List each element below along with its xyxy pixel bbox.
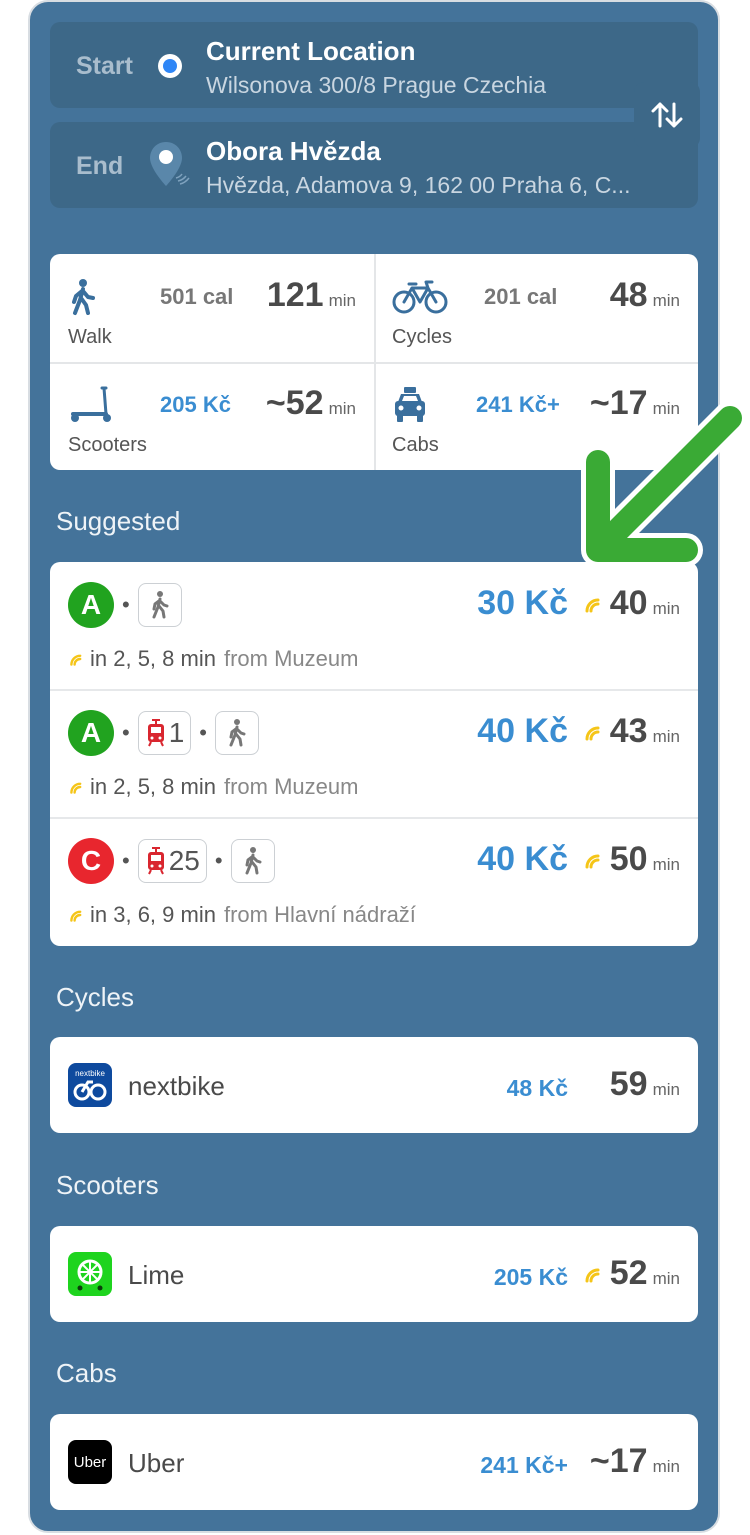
price: 205 Kč: [160, 392, 231, 417]
provider-lime[interactable]: Lime 205 Kč 52 min: [50, 1226, 698, 1322]
start-title: Current Location: [206, 36, 416, 66]
duration: 52 min: [584, 1254, 680, 1293]
metro-line-badge: A: [68, 710, 114, 756]
realtime-icon: [585, 1268, 600, 1283]
tram-line-chip: 25: [137, 839, 207, 883]
duration: 59 min: [609, 1065, 680, 1103]
duration: 43 min: [584, 712, 680, 751]
metro-line-badge: C: [68, 838, 114, 884]
tram-icon: [147, 847, 164, 875]
swap-arrows-icon: [651, 102, 683, 128]
scooters-card: Lime 205 Kč 52 min: [50, 1226, 698, 1322]
realtime-icon: [585, 598, 600, 613]
bicycle-icon: [392, 278, 448, 316]
provider-name: Uber: [128, 1448, 185, 1478]
price: 241 Kč+: [480, 1452, 568, 1478]
separator: •: [122, 720, 130, 745]
realtime-icon: [585, 854, 600, 869]
section-title-suggested: Suggested: [56, 506, 181, 536]
end-field[interactable]: End Obora Hvězda Hvězda, Adamova 9, 162 …: [50, 122, 698, 208]
duration: 40 min: [584, 584, 680, 623]
tram-line-chip: 1: [137, 711, 192, 755]
mode-cycles[interactable]: Cycles 201 cal 48 min: [374, 254, 698, 362]
cycles-card: nextbike nextbike 48 Kč 59 min: [50, 1037, 698, 1133]
calories: 201 cal: [484, 284, 558, 309]
swap-button[interactable]: [634, 82, 700, 148]
suggested-route[interactable]: C • 25 • 40 Kč 50 min in 3, 6, 9 min from …: [50, 818, 698, 946]
section-title-cabs: Cabs: [56, 1358, 117, 1388]
price: 40 Kč: [477, 712, 568, 750]
suggested-list: A • 30 Kč 40 min in 2, 5, 8 min from Muzeu…: [50, 562, 698, 946]
price: 205 Kč: [493, 1264, 568, 1290]
uber-logo-icon: Uber: [68, 1440, 112, 1484]
walk-icon: [68, 278, 116, 316]
walk-icon: [214, 711, 259, 755]
realtime-icon: [585, 726, 600, 741]
price: 48 Kč: [506, 1075, 568, 1101]
separator: •: [122, 592, 130, 617]
departures: in 2, 5, 8 min from Muzeum: [68, 774, 358, 800]
provider-nextbike[interactable]: nextbike nextbike 48 Kč 59 min: [50, 1037, 698, 1133]
departures: in 3, 6, 9 min from Hlavní nádraží: [68, 902, 416, 928]
price: 40 Kč: [477, 840, 568, 878]
mode-cabs[interactable]: Cabs 241 Kč+ ~17 min: [374, 362, 698, 470]
realtime-icon: [70, 782, 82, 794]
walk-icon: [230, 839, 275, 883]
provider-name: Lime: [128, 1260, 185, 1290]
price: 241 Kč+: [476, 392, 560, 417]
current-location-dot-icon: [158, 54, 182, 78]
realtime-icon: [70, 910, 82, 922]
end-address: Hvězda, Adamova 9, 162 00 Praha 6, C...: [206, 172, 631, 198]
mode-label: Cabs: [392, 434, 439, 456]
section-title-scooters: Scooters: [56, 1170, 159, 1200]
tram-icon: [147, 719, 164, 747]
mode-scooters[interactable]: Scooters 205 Kč ~52 min: [50, 362, 374, 470]
mode-summary-grid: Walk 501 cal 121 min Cycles 201 cal 48 min: [50, 254, 698, 470]
directions-panel: Start Current Location Wilsonova 300/8 P…: [28, 0, 720, 1533]
separator: •: [214, 848, 223, 873]
start-address: Wilsonova 300/8 Prague Czechia: [206, 72, 547, 98]
start-field[interactable]: Start Current Location Wilsonova 300/8 P…: [50, 22, 698, 108]
calories: 501 cal: [160, 284, 234, 309]
nextbike-logo-icon: nextbike: [68, 1063, 112, 1107]
mode-label: Cycles: [392, 326, 453, 348]
duration: ~17 min: [589, 384, 680, 422]
end-title: Obora Hvězda: [206, 136, 381, 166]
end-label: End: [76, 152, 124, 180]
walk-icon: [137, 583, 182, 627]
departures: in 2, 5, 8 min from Muzeum: [68, 646, 358, 672]
metro-line-badge: A: [68, 582, 114, 628]
duration: ~17 min: [589, 1442, 680, 1480]
duration: 50 min: [584, 840, 680, 879]
duration: 121 min: [266, 276, 356, 314]
provider-name: nextbike: [128, 1071, 225, 1101]
destination-pin-icon: [150, 142, 190, 186]
taxi-icon: [392, 386, 440, 424]
suggested-route[interactable]: A • 30 Kč 40 min in 2, 5, 8 min from Muzeu…: [50, 562, 698, 690]
mode-walk[interactable]: Walk 501 cal 121 min: [50, 254, 374, 362]
price: 30 Kč: [477, 584, 568, 622]
section-title-cycles: Cycles: [56, 982, 135, 1012]
separator: •: [199, 720, 207, 745]
separator: •: [122, 848, 130, 873]
suggested-route[interactable]: A • 1 • 40 Kč 43 min in 2, 5, 8 min from M…: [50, 690, 698, 818]
mode-label: Scooters: [68, 434, 147, 456]
duration: ~52 min: [265, 384, 356, 422]
provider-uber[interactable]: Uber Uber 241 Kč+ ~17 min: [50, 1414, 698, 1510]
mode-label: Walk: [68, 326, 112, 348]
duration: 48 min: [609, 276, 680, 314]
lime-logo-icon: [68, 1252, 112, 1296]
start-label: Start: [76, 52, 133, 80]
cabs-card: Uber Uber 241 Kč+ ~17 min: [50, 1414, 698, 1510]
scooter-icon: [68, 386, 124, 424]
realtime-icon: [70, 654, 82, 666]
